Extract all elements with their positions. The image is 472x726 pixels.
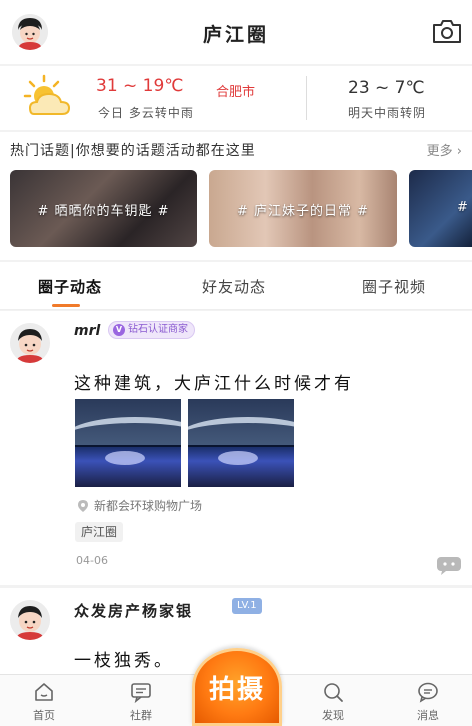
shoot-button[interactable]: 拍摄 <box>192 648 282 726</box>
vip-icon: V <box>113 324 125 336</box>
active-tab-indicator <box>52 304 80 307</box>
post-author-name[interactable]: mrl <box>74 323 100 339</box>
nav-home[interactable]: 首页 <box>24 681 64 723</box>
nav-discover[interactable]: 发现 <box>313 681 353 723</box>
post-content: 一枝独秀。 <box>74 651 174 671</box>
post-image[interactable] <box>75 399 181 487</box>
home-icon <box>35 683 53 701</box>
post-author-name[interactable]: 众发房产杨家银 <box>74 600 193 621</box>
shoot-label: 拍摄 <box>208 675 265 705</box>
topic-card[interactable]: # <box>409 170 472 247</box>
comment-icon[interactable] <box>436 555 462 575</box>
app-header: 庐江圈 <box>0 0 472 64</box>
today-temperature: 31 ~ 19℃ <box>96 76 184 96</box>
message-icon <box>418 682 438 703</box>
nav-home-label: 首页 <box>33 709 55 722</box>
post-author-avatar[interactable] <box>10 600 50 640</box>
tab-friends-feed[interactable]: 好友动态 <box>202 276 266 297</box>
post-content: 这种建筑，大庐江什么时候才有 <box>74 374 354 394</box>
post-location[interactable]: 新都会环球购物广场 <box>76 497 202 514</box>
hot-topics-heading: 热门话题|你想要的话题活动都在这里 <box>10 143 256 159</box>
weather-panel[interactable]: 31 ~ 19℃ 合肥市 今日 多云转中雨 23 ~ 7℃ 明天中雨转阴 <box>0 66 472 130</box>
topic-card[interactable]: # 晒晒你的车钥匙 # <box>10 170 197 247</box>
location-pin-icon <box>78 499 88 512</box>
city-name: 合肥市 <box>216 85 256 100</box>
tab-circle-feed[interactable]: 圈子动态 <box>38 276 102 297</box>
more-topics-link[interactable]: 更多 › <box>427 140 462 159</box>
topic-card-label: # 庐江妹子的日常 # <box>236 204 370 219</box>
image-glow <box>105 451 145 465</box>
level-badge: LV.1 <box>232 598 262 614</box>
badge-label: 钻石认证商家 <box>128 324 188 335</box>
chevron-right-icon: › <box>456 144 462 159</box>
weather-divider <box>306 76 307 120</box>
feed-tabs: 圈子动态 好友动态 圈子视频 <box>0 262 472 310</box>
location-text: 新都会环球购物广场 <box>94 499 203 513</box>
post-card[interactable]: mrl V 钻石认证商家 这种建筑，大庐江什么时候才有 新都会环球购物广场 庐江… <box>0 311 472 585</box>
camera-icon[interactable] <box>432 18 462 44</box>
nav-messages[interactable]: 消息 <box>408 681 448 723</box>
nav-messages-label: 消息 <box>417 709 439 722</box>
post-author-avatar[interactable] <box>10 323 50 363</box>
nav-community[interactable]: 社群 <box>121 681 161 723</box>
image-glow <box>218 451 258 465</box>
topic-card[interactable]: # 庐江妹子的日常 # <box>209 170 397 247</box>
tomorrow-weather-desc: 明天中雨转阴 <box>348 106 427 120</box>
topic-card-label: # <box>457 200 469 215</box>
nav-discover-label: 发现 <box>322 709 344 722</box>
more-label: 更多 <box>426 144 453 159</box>
post-date: 04-06 <box>76 554 108 567</box>
discover-icon <box>324 683 343 702</box>
verified-merchant-badge: V 钻石认证商家 <box>108 321 195 339</box>
nav-community-label: 社群 <box>130 709 152 722</box>
hot-topics-section: 热门话题|你想要的话题活动都在这里 更多 › # 晒晒你的车钥匙 # # 庐江妹… <box>0 132 472 260</box>
post-image[interactable] <box>188 399 294 487</box>
tab-circle-videos[interactable]: 圈子视频 <box>362 276 426 297</box>
page-title: 庐江圈 <box>202 24 269 46</box>
topic-card-label: # 晒晒你的车钥匙 # <box>37 204 170 219</box>
tomorrow-temperature: 23 ~ 7℃ <box>348 78 425 98</box>
post-circle-tag[interactable]: 庐江圈 <box>75 522 124 542</box>
partly-cloudy-icon <box>22 74 76 120</box>
chat-icon <box>131 683 151 703</box>
today-weather-desc: 今日 多云转中雨 <box>98 106 194 120</box>
